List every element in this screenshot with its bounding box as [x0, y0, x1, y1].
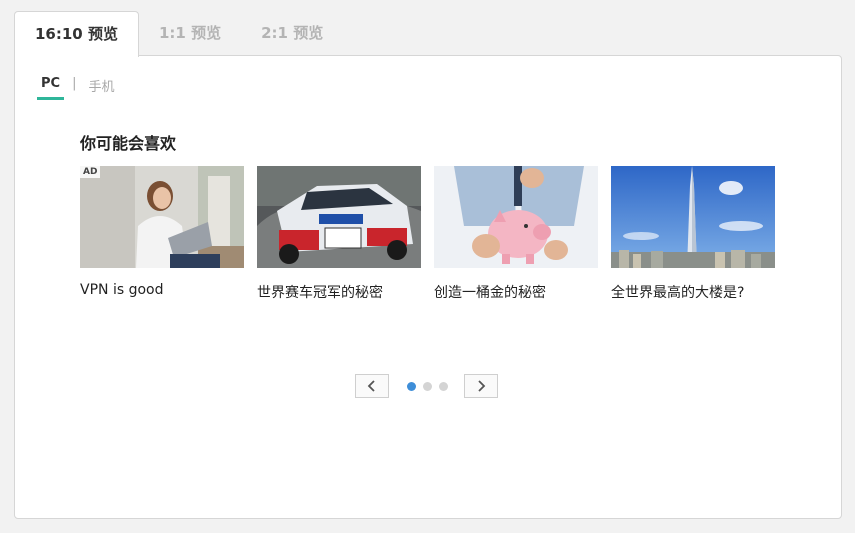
- preview-panel: PC | 手机 你可能会喜欢 AD VPN is good 世界赛车冠军的秘密 …: [14, 55, 842, 519]
- pagination-dot-2[interactable]: [423, 381, 432, 391]
- tab-16-10-preview[interactable]: 16:10 预览: [14, 11, 139, 57]
- recommendation-card[interactable]: 创造一桶金的秘密: [434, 166, 598, 302]
- chevron-right-icon: [478, 380, 486, 392]
- device-mobile-tab[interactable]: 手机: [84, 76, 118, 101]
- card-title: 全世界最高的大楼是?: [611, 285, 745, 301]
- tab-1-1-preview[interactable]: 1:1 预览: [139, 11, 241, 55]
- card-image-piggy-bank: [434, 166, 598, 268]
- recommendation-cards: AD VPN is good 世界赛车冠军的秘密 创造一桶金的秘密 全世界最高的…: [80, 166, 775, 302]
- recommendation-card[interactable]: 全世界最高的大楼是?: [611, 166, 775, 302]
- pagination-dot-3[interactable]: [439, 381, 448, 391]
- card-title: 世界赛车冠军的秘密: [257, 285, 383, 301]
- pagination-dot-1[interactable]: [407, 381, 416, 391]
- chevron-left-icon: [367, 380, 375, 392]
- device-switch: PC | 手机: [37, 76, 118, 102]
- card-title: 创造一桶金的秘密: [434, 285, 546, 301]
- card-title: VPN is good: [80, 282, 164, 298]
- pagination-dots: [407, 381, 448, 391]
- section-title: 你可能会喜欢: [80, 134, 177, 153]
- card-image-skyscraper: [611, 166, 775, 268]
- recommendation-card[interactable]: AD VPN is good: [80, 166, 244, 302]
- prev-button[interactable]: [355, 374, 389, 398]
- tab-2-1-preview[interactable]: 2:1 预览: [241, 11, 343, 55]
- device-pc-tab[interactable]: PC: [37, 76, 65, 100]
- card-image-woman-with-laptop: AD: [80, 166, 244, 268]
- next-button[interactable]: [464, 374, 498, 398]
- ad-badge: AD: [80, 166, 101, 178]
- device-separator: |: [72, 76, 77, 91]
- recommendation-card[interactable]: 世界赛车冠军的秘密: [257, 166, 421, 302]
- card-image-rally-car: [257, 166, 421, 268]
- carousel-pager: [355, 374, 498, 398]
- preview-tabs: 16:10 预览 1:1 预览 2:1 预览: [14, 11, 343, 57]
